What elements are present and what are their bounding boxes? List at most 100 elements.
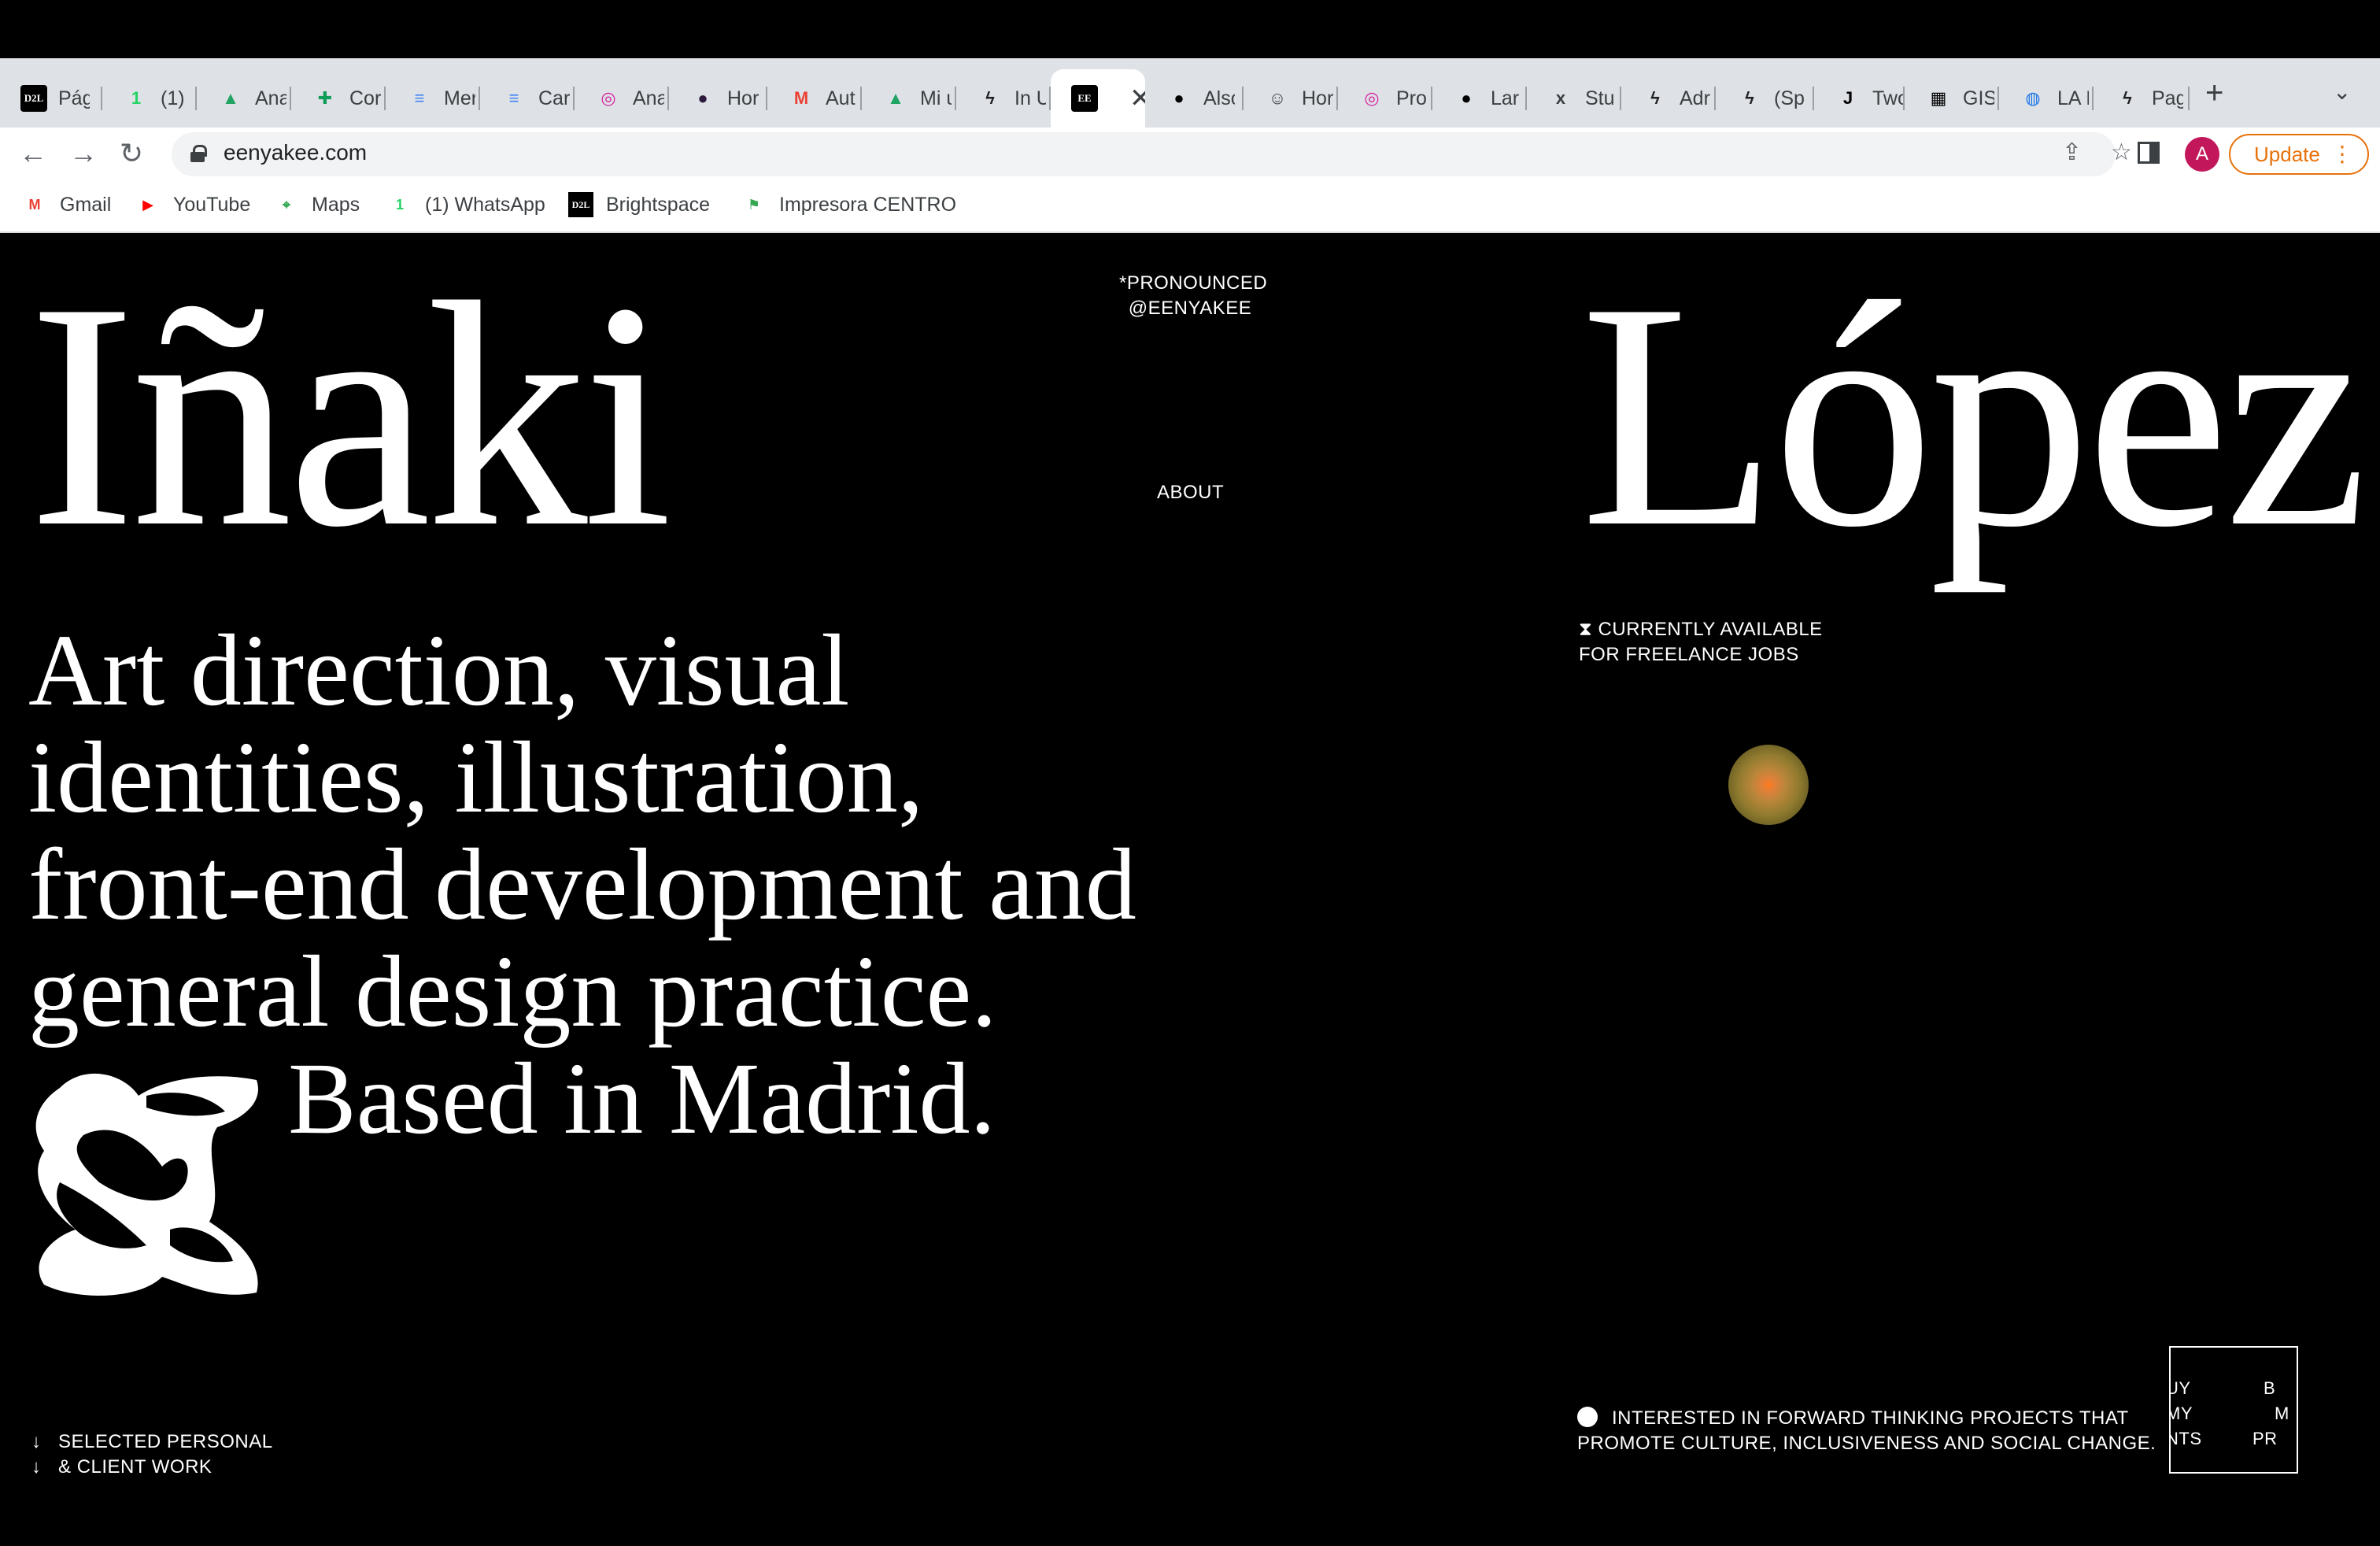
reload-icon[interactable]: ↻ [120,137,143,170]
bookmark-star-icon[interactable]: ☆ [2111,139,2132,166]
gmail-icon: M [28,196,41,213]
side-panel-icon[interactable] [2138,142,2160,164]
lock-icon[interactable] [190,145,207,162]
google-docs-icon: ≡ [414,88,425,108]
interest-line-1: INTERESTED IN FORWARD THINKING PROJECTS … [1612,1407,2129,1429]
browser-toolbar: ← → ↻ eenyakee.com ⇪ ☆ A Update ⋮ [0,128,2380,181]
browser-tab[interactable]: ϟ Pag [2094,69,2190,128]
bookmark-item[interactable]: D2L Brightspace [568,192,710,217]
down-arrow-icon: ↓ [31,1456,42,1478]
google-docs-icon: ≡ [508,88,519,108]
browser-tab[interactable]: ϟ In U [956,69,1051,128]
browser-tab[interactable]: ϟ Adr [1621,69,1716,128]
print-label-left: UY MY NTS [2169,1376,2202,1452]
browser-tab[interactable]: ◎ Ana [575,69,669,128]
selected-work-link[interactable]: ↓ SELECTED PERSONAL ↓ & CLIENT WORK [31,1429,273,1480]
tab-title: (1) [161,87,185,109]
browser-tab[interactable]: ▦ GIS [1905,69,1999,128]
eenyakee-icon: EE [1071,85,1098,112]
browser-tab[interactable]: ● Hor [669,69,767,128]
tab-title: Also [1203,87,1235,109]
browser-tab[interactable]: 1 (1) [102,69,197,128]
browser-tab[interactable]: M Aut [767,69,862,128]
update-button[interactable]: Update ⋮ [2229,134,2369,175]
x-icon: x [1555,88,1566,108]
tab-search-button[interactable]: ⌄ [2333,79,2351,105]
bookmark-label: Maps [312,193,360,216]
update-label: Update [2254,142,2320,166]
interest-line-2: PROMOTE CULTURE, INCLUSIVENESS AND SOCIA… [1577,1433,2156,1454]
profile-avatar[interactable]: A [2185,137,2219,172]
bolt-icon: ϟ [2123,88,2132,108]
tab-title: GIS [1963,87,1994,109]
print-label-text: NTS [2169,1429,2202,1448]
browser-tab[interactable]: ≡ Car [480,69,575,128]
tagline-line: Art direction, visual [28,614,850,727]
back-arrow-icon[interactable]: ← [19,137,47,170]
tagline-line: front-end development and [28,828,1136,941]
browser-tab[interactable]: ☺ Hor [1244,69,1338,128]
buy-prints-button[interactable]: UY MY NTS B M PR [2169,1346,2298,1474]
interest-statement: INTERESTED IN FORWARD THINKING PROJECTS … [1577,1406,2156,1456]
tab-title: Aut [826,87,856,109]
instagram-icon: ◎ [1364,88,1380,108]
circle-icon: ● [1461,88,1472,108]
tab-title: LA I [2057,87,2089,109]
browser-tab[interactable]: x Stu [1527,69,1621,128]
tab-title: Pag [2152,87,2183,109]
close-tab-icon[interactable]: ✕ [1129,83,1145,114]
browser-tab[interactable]: D2L Pág [0,69,102,128]
bookmark-item[interactable]: ⌖ Maps [274,192,360,217]
bookmark-item[interactable]: M Gmail [22,192,112,217]
bolt-icon: ϟ [1650,88,1660,108]
tab-separator [2188,87,2190,110]
circle-icon: ● [1173,88,1184,108]
d2l-icon: D2L [568,192,593,217]
pronounced-label: *PRONOUNCED [1119,272,1268,294]
google-sheets-icon: ✚ [317,88,333,108]
browser-tab[interactable]: EE ✕ [1051,69,1145,128]
bookmark-label: (1) WhatsApp [425,193,545,216]
browser-tab[interactable]: ● Lar [1432,69,1527,128]
whatsapp-icon: 1 [395,196,404,213]
browser-tab[interactable]: ◎ Pro [1338,69,1432,128]
share-icon[interactable]: ⇪ [2062,139,2082,166]
browser-tab[interactable]: ϟ (Sp [1716,69,1814,128]
google-maps-icon: ⌖ [282,196,291,213]
google-drive-icon: ▲ [887,88,904,108]
browser-tab[interactable]: ● Also [1145,69,1244,128]
tagline-line: Based in Madrid. [288,1042,996,1156]
circle-icon: ● [697,88,708,108]
last-name-heading: López [1580,236,2367,594]
url-text[interactable]: eenyakee.com [224,140,367,165]
address-bar[interactable]: eenyakee.com ⇪ ☆ [172,132,2132,176]
kebab-menu-icon[interactable]: ⋮ [2331,135,2353,173]
gmail-icon: M [793,88,809,108]
glowing-orb [1728,745,1809,825]
about-link[interactable]: ABOUT [1157,480,1224,505]
globe-icon: ◍ [2025,88,2041,108]
browser-tab[interactable]: ✚ Cor [291,69,386,128]
bolt-icon: ϟ [1745,88,1754,108]
first-name-heading: Iñaki [28,236,672,594]
instagram-icon: ◎ [601,88,616,108]
new-tab-button[interactable]: + [2205,76,2223,111]
forward-arrow-icon[interactable]: → [69,137,98,170]
browser-tab[interactable]: ▲ Mi u [862,69,956,128]
tab-strip: D2L Pág 1 (1) ▲ Ana ✚ Cor ≡ Mer ≡ Car ◎ Ana ● Hor M Aut ▲ M… [0,58,2380,128]
whatsapp-icon: 1 [131,88,142,108]
tab-title: Car [538,87,570,109]
browser-tab[interactable]: ▲ Ana [197,69,291,128]
bookmark-item[interactable]: ⚑ Impresora CENTRO [741,192,956,217]
tagline-line: general design practice. [28,935,997,1049]
bookmark-item[interactable]: 1 (1) WhatsApp [387,192,545,217]
browser-tab[interactable]: ◍ LA I [1999,69,2094,128]
tagline-line: identities, illustration, [28,721,924,834]
print-label-right: B M PR [2252,1376,2289,1452]
tab-title: Lar [1491,87,1520,109]
browser-tab[interactable]: J Two [1814,69,1905,128]
browser-tab[interactable]: ≡ Mer [386,69,480,128]
bookmark-item[interactable]: ▶ YouTube [135,192,250,217]
availability-status: ⧗ CURRENTLY AVAILABLE FOR FREELANCE JOBS [1579,617,1823,668]
tab-title: Ana [633,87,664,109]
